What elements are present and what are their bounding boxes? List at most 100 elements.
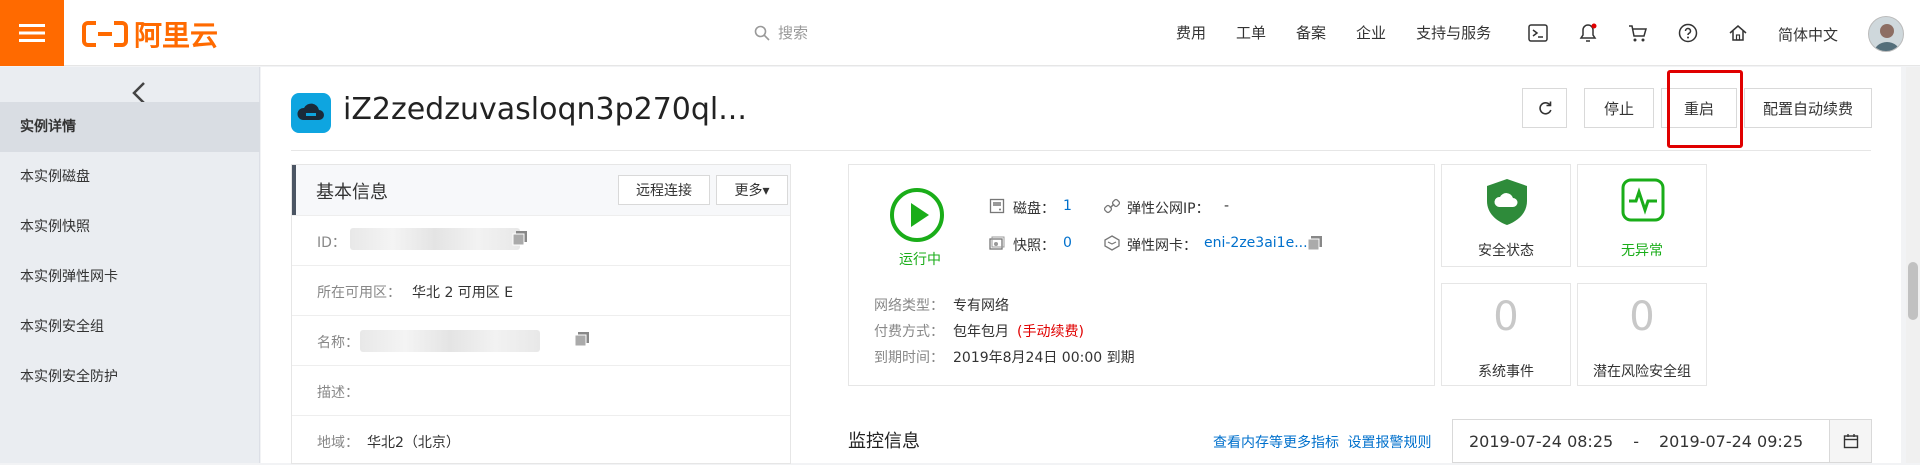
network-type-label: 网络类型： — [874, 298, 944, 314]
zone-label: 所在可用区： — [317, 285, 401, 301]
risky-sg-label: 潜在风险安全组 — [1593, 364, 1691, 380]
cart-icon[interactable] — [1627, 22, 1649, 44]
refresh-icon — [1538, 101, 1552, 115]
sidebar-item-security-protection[interactable]: 本实例安全防护 — [0, 352, 260, 402]
description-row: 描述： — [292, 365, 790, 415]
risky-security-group-card[interactable]: 0 潜在风险安全组 — [1577, 283, 1707, 386]
nav-fees[interactable]: 费用 — [1176, 22, 1206, 43]
home-icon[interactable] — [1727, 22, 1749, 44]
basic-info-panel: 基本信息 远程连接 更多▾ ID： 所在可用区： 华北 2 可用区 E 名称： … — [291, 164, 791, 464]
eni-value[interactable]: eni-2ze3ai1e... — [1204, 235, 1308, 251]
bell-icon[interactable] — [1577, 22, 1599, 44]
copy-icon[interactable] — [512, 230, 528, 246]
redacted-name — [360, 330, 540, 352]
divider — [291, 150, 1871, 151]
expire-label: 到期时间： — [874, 350, 944, 366]
date-to: 2019-07-24 09:25 — [1658, 431, 1804, 451]
search-box[interactable]: 搜索 — [754, 22, 808, 43]
avatar[interactable] — [1868, 16, 1904, 52]
monitoring-title: 监控信息 — [848, 431, 920, 452]
remote-connect-button[interactable]: 远程连接 — [618, 175, 710, 205]
nav-icp[interactable]: 备案 — [1296, 22, 1326, 43]
eip-label: 弹性公网IP： — [1127, 201, 1210, 217]
basic-info-title: 基本信息 — [316, 182, 388, 203]
security-status-label: 安全状态 — [1478, 243, 1534, 259]
expire-value: 2019年8月24日 00:00 到期 — [953, 350, 1135, 366]
description-label: 描述： — [317, 385, 359, 401]
zone-value: 华北 2 可用区 E — [412, 285, 514, 301]
running-play-icon — [890, 188, 944, 242]
sidebar-item-instance-details[interactable]: 实例详情 — [0, 102, 260, 152]
user-avatar-icon — [1874, 24, 1900, 51]
billing-value: 包年包月 — [953, 324, 1009, 340]
region-value: 华北2（北京） — [367, 435, 460, 451]
page-title: iZ2zedzuvasloqn3p270ql... — [343, 92, 747, 127]
nav-tickets[interactable]: 工单 — [1236, 22, 1266, 43]
id-row: ID： — [292, 215, 790, 265]
stop-button[interactable]: 停止 — [1584, 88, 1654, 128]
scrollbar-thumb[interactable] — [1908, 262, 1918, 320]
search-placeholder: 搜索 — [778, 24, 809, 42]
refresh-button[interactable] — [1522, 88, 1567, 128]
region-label: 地域： — [317, 435, 359, 451]
id-label: ID： — [317, 235, 346, 251]
billing-note: (手动续费) — [1017, 324, 1084, 340]
heartbeat-monitor-icon — [1621, 178, 1665, 222]
calendar-icon[interactable] — [1829, 420, 1871, 462]
terminal-icon[interactable] — [1527, 22, 1549, 44]
monitoring-links: 查看内存等更多指标 设置报警规则 — [1213, 432, 1431, 452]
help-icon[interactable] — [1677, 22, 1699, 44]
system-events-card[interactable]: 0 系统事件 — [1441, 283, 1571, 386]
sidebar-item-security-groups[interactable]: 本实例安全组 — [0, 302, 260, 352]
date-separator: - — [1633, 431, 1639, 451]
disk-icon — [989, 198, 1005, 214]
sidebar-item-snapshots[interactable]: 本实例快照 — [0, 202, 260, 252]
snapshot-count[interactable]: 0 — [1063, 235, 1072, 251]
anomaly-card[interactable]: 无异常 — [1577, 164, 1707, 267]
basic-info-header: 基本信息 远程连接 更多▾ — [292, 165, 790, 215]
snapshot-icon — [989, 236, 1005, 250]
sidebar-item-eni[interactable]: 本实例弹性网卡 — [0, 252, 260, 302]
eni-label: 弹性网卡： — [1127, 238, 1197, 254]
alarm-rules-link[interactable]: 设置报警规则 — [1347, 435, 1431, 451]
auto-renew-button[interactable]: 配置自动续费 — [1744, 88, 1872, 128]
page-scrollbar[interactable] — [1906, 67, 1920, 463]
top-bar: 阿里云 搜索 费用 工单 备案 企业 支持与服务 简体中文 — [0, 0, 1920, 66]
date-range-picker[interactable]: 2019-07-24 08:25 - 2019-07-24 09:25 — [1452, 419, 1872, 463]
system-events-count: 0 — [1493, 294, 1519, 340]
aliyun-logo-icon — [82, 21, 128, 47]
more-dropdown[interactable]: 更多▾ — [716, 175, 788, 205]
billing-label: 付费方式： — [874, 324, 944, 340]
nav-support[interactable]: 支持与服务 — [1416, 22, 1491, 43]
security-status-card[interactable]: 安全状态 — [1441, 164, 1571, 267]
name-row: 名称： — [292, 315, 790, 365]
disk-count[interactable]: 1 — [1063, 198, 1072, 214]
eip-value: - — [1224, 198, 1230, 214]
network-type-value: 专有网络 — [953, 298, 1009, 314]
disk-label: 磁盘： — [1013, 201, 1055, 217]
language-switch[interactable]: 简体中文 — [1778, 24, 1838, 45]
running-status: 运行中 — [899, 252, 941, 268]
zone-row: 所在可用区： 华北 2 可用区 E — [292, 265, 790, 315]
system-events-label: 系统事件 — [1478, 364, 1534, 380]
risky-sg-count: 0 — [1629, 294, 1655, 340]
redacted-id — [350, 228, 520, 250]
sidebar-item-disks[interactable]: 本实例磁盘 — [0, 152, 260, 202]
highlight-box — [1667, 70, 1743, 148]
eip-link-icon — [1104, 198, 1120, 214]
copy-icon[interactable] — [574, 331, 590, 347]
copy-icon[interactable] — [1307, 235, 1323, 251]
top-nav: 费用 工单 备案 企业 支持与服务 — [1176, 22, 1521, 43]
brand-logo[interactable]: 阿里云 — [82, 18, 218, 52]
shield-icon — [1487, 179, 1527, 225]
main-content: iZ2zedzuvasloqn3p270ql... 停止 重启 配置自动续费 基… — [261, 67, 1901, 464]
snapshot-label: 快照： — [1013, 238, 1055, 254]
sidebar: 实例详情 本实例磁盘 本实例快照 本实例弹性网卡 本实例安全组 本实例安全防护 — [0, 67, 260, 463]
menu-icon[interactable] — [0, 0, 64, 66]
name-label: 名称： — [317, 335, 359, 351]
more-metrics-link[interactable]: 查看内存等更多指标 — [1213, 435, 1339, 451]
nav-enterprise[interactable]: 企业 — [1356, 22, 1386, 43]
no-anomaly-label: 无异常 — [1621, 243, 1663, 259]
search-icon — [754, 25, 770, 41]
date-from: 2019-07-24 08:25 — [1469, 431, 1614, 451]
